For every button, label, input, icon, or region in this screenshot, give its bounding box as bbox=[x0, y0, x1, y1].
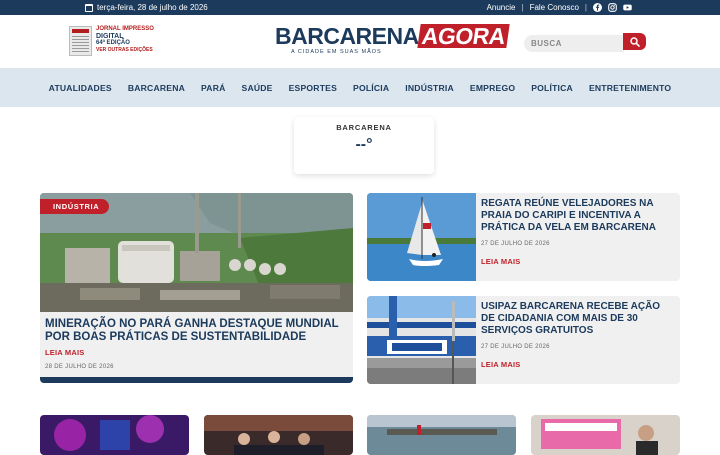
jornal-line3: 64ª EDIÇÃO bbox=[96, 40, 130, 46]
jornal-line1: JORNAL IMPRESSO bbox=[96, 26, 154, 32]
nav-atualidades[interactable]: ATUALIDADES bbox=[49, 83, 112, 93]
nav-entretenimento[interactable]: ENTRETENIMENTO bbox=[589, 83, 671, 93]
top-bar: terça-feira, 28 de julho de 2026 Anuncie… bbox=[0, 0, 720, 15]
search-button[interactable] bbox=[623, 33, 646, 50]
jornal-impresso-link[interactable]: JORNAL IMPRESSO DIGITAL 64ª EDIÇÃO VER O… bbox=[69, 26, 154, 56]
calendar-icon bbox=[85, 3, 93, 12]
featured-date: 28 DE JULHO DE 2026 bbox=[45, 364, 114, 370]
logo-tagline: A CIDADE EM SUAS MÃOS bbox=[291, 49, 382, 55]
article-card[interactable]: USIPAZ BARCARENA RECEBE AÇÃO DE CIDADANI… bbox=[367, 296, 680, 384]
date-text: terça-feira, 28 de julho de 2026 bbox=[97, 3, 208, 12]
current-date: terça-feira, 28 de julho de 2026 bbox=[85, 3, 208, 12]
main-nav: ATUALIDADES BARCARENA PARÁ SAÚDE ESPORTE… bbox=[0, 68, 720, 107]
category-badge[interactable]: INDÚSTRIA bbox=[40, 199, 110, 214]
ver-outras-edicoes-link[interactable]: VER OUTRAS EDIÇÕES bbox=[96, 47, 154, 54]
nav-politica[interactable]: POLÍTICA bbox=[531, 83, 573, 93]
article-title[interactable]: USIPAZ BARCARENA RECEBE AÇÃO DE CIDADANI… bbox=[481, 301, 671, 337]
article-thumbnail-presentation[interactable] bbox=[531, 415, 680, 455]
link-separator: | bbox=[584, 3, 587, 12]
logo-part2: AGORA bbox=[417, 23, 510, 49]
nav-para[interactable]: PARÁ bbox=[201, 83, 226, 93]
nav-industria[interactable]: INDÚSTRIA bbox=[405, 83, 454, 93]
article-image-regatta[interactable] bbox=[367, 193, 476, 281]
nav-policia[interactable]: POLÍCIA bbox=[353, 83, 389, 93]
article-card[interactable]: REGATA REÚNE VELEJADORES NA PRAIA DO CAR… bbox=[367, 193, 680, 281]
featured-article[interactable]: INDÚSTRIA MINERAÇÃO NO PARÁ GANHA DESTAQ… bbox=[40, 193, 353, 383]
top-links: Anuncie | Fale Conosco | bbox=[487, 3, 632, 12]
featured-title[interactable]: MINERAÇÃO NO PARÁ GANHA DESTAQUE MUNDIAL… bbox=[45, 318, 350, 344]
nav-emprego[interactable]: EMPREGO bbox=[470, 83, 515, 93]
article-thumbnail-port[interactable] bbox=[367, 415, 516, 455]
fale-conosco-link[interactable]: Fale Conosco bbox=[530, 3, 579, 12]
link-separator: | bbox=[521, 3, 524, 12]
site-header: JORNAL IMPRESSO DIGITAL 64ª EDIÇÃO VER O… bbox=[0, 15, 720, 68]
article-date: 27 DE JULHO DE 2026 bbox=[481, 241, 550, 247]
nav-barcarena[interactable]: BARCARENA bbox=[128, 83, 185, 93]
facebook-icon[interactable] bbox=[593, 3, 602, 12]
article-image-usipaz-building[interactable] bbox=[367, 296, 476, 384]
search-input[interactable] bbox=[524, 35, 624, 52]
article-date: 27 DE JULHO DE 2026 bbox=[481, 344, 550, 350]
jornal-line2: DIGITAL bbox=[96, 33, 124, 40]
weather-city: BARCARENA bbox=[336, 123, 392, 132]
anuncie-link[interactable]: Anuncie bbox=[487, 3, 516, 12]
weather-widget: BARCARENA --° bbox=[294, 117, 434, 174]
newspaper-cover-thumbnail[interactable] bbox=[69, 26, 92, 56]
article-read-more-link[interactable]: LEIA MAIS bbox=[481, 257, 520, 266]
weather-temperature: --° bbox=[355, 136, 373, 153]
logo-part1: BARCARENA bbox=[275, 23, 419, 49]
search-icon bbox=[629, 36, 640, 47]
article-read-more-link[interactable]: LEIA MAIS bbox=[481, 360, 520, 369]
nav-esportes[interactable]: ESPORTES bbox=[289, 83, 337, 93]
article-thumbnail-group-photo[interactable] bbox=[204, 415, 353, 455]
site-logo[interactable]: BARCARENA AGORA A CIDADE EM SUAS MÃOS bbox=[275, 23, 510, 60]
more-articles-row bbox=[40, 415, 680, 455]
jornal-text: JORNAL IMPRESSO DIGITAL 64ª EDIÇÃO VER O… bbox=[96, 26, 154, 56]
featured-read-more-link[interactable]: LEIA MAIS bbox=[45, 348, 84, 357]
instagram-icon[interactable] bbox=[608, 3, 617, 12]
article-thumbnail-concert[interactable] bbox=[40, 415, 189, 455]
youtube-icon[interactable] bbox=[623, 3, 632, 12]
search-form bbox=[524, 33, 646, 52]
article-title[interactable]: REGATA REÚNE VELEJADORES NA PRAIA DO CAR… bbox=[481, 198, 671, 234]
nav-saude[interactable]: SAÚDE bbox=[242, 83, 273, 93]
